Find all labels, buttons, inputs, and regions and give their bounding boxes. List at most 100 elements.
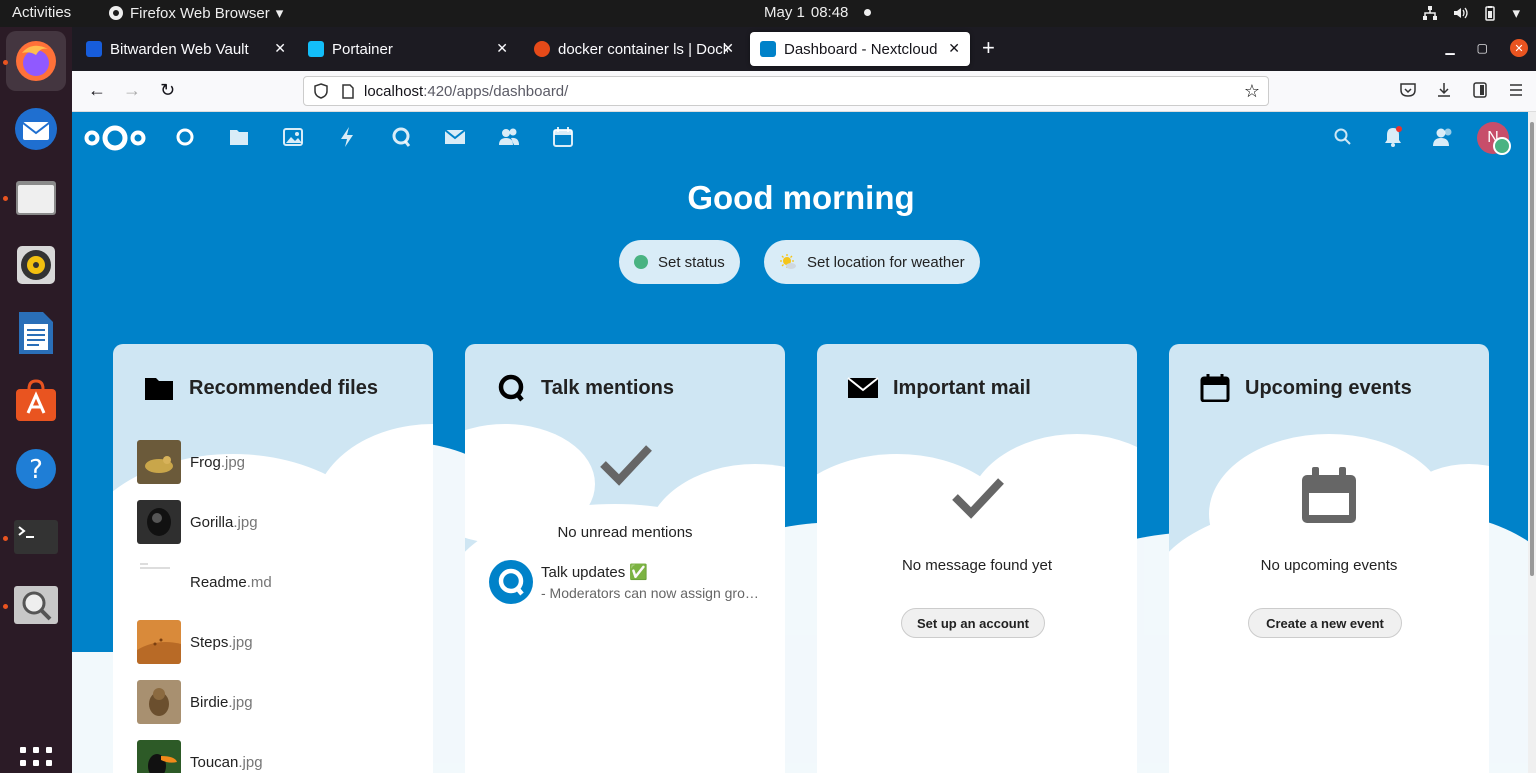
file-name: Gorilla [190, 513, 234, 531]
set-weather-button[interactable]: Set location for weather [764, 240, 980, 284]
rhythmbox-icon [17, 246, 55, 284]
empty-state-text: No unread mentions [557, 524, 693, 541]
dock-files[interactable] [6, 167, 66, 227]
running-indicator [3, 536, 8, 541]
dock-terminal[interactable] [6, 507, 66, 567]
activities-button[interactable]: Activities [12, 4, 71, 21]
file-item-toucan[interactable]: Toucan.jpg [137, 740, 263, 773]
scrollbar-thumb[interactable] [1530, 122, 1534, 576]
maximize-icon[interactable]: ▢ [1477, 41, 1488, 55]
tab-docker-docs[interactable]: docker container ls | Docker ✕ [524, 32, 744, 66]
running-indicator [3, 60, 8, 65]
file-ext: .jpg [220, 453, 246, 471]
birdie-thumbnail [137, 680, 181, 724]
talk-item-title: Talk updates ✅ [541, 564, 649, 581]
back-icon[interactable]: ← [88, 80, 106, 101]
tab-close-icon[interactable]: ✕ [496, 40, 508, 57]
downloads-icon[interactable] [1436, 82, 1452, 98]
talk-updates-item[interactable]: Talk updates ✅ - Moderators can now assi… [489, 558, 769, 606]
search-icon[interactable] [1332, 126, 1354, 148]
contacts-app-icon[interactable] [498, 126, 520, 148]
dock-app-center[interactable] [6, 371, 66, 431]
tab-bitwarden[interactable]: Bitwarden Web Vault ✕ [76, 32, 296, 66]
file-ext: .jpg [228, 693, 253, 711]
close-window-icon[interactable]: ✕ [1510, 39, 1528, 57]
dock-rhythmbox[interactable] [6, 235, 66, 295]
nextcloud-header: N [72, 112, 1528, 162]
folder-icon [145, 378, 173, 400]
talk-mentions-panel: Talk mentions No unread mentions Talk up… [465, 344, 785, 773]
clock[interactable]: May 1 08:48 [764, 4, 872, 21]
file-item-steps[interactable]: Steps.jpg [137, 620, 253, 664]
mail-app-icon[interactable] [444, 126, 466, 148]
set-status-button[interactable]: Set status [619, 240, 740, 284]
bookmark-star-icon[interactable]: ☆ [1244, 81, 1260, 102]
tab-title: Bitwarden Web Vault [110, 40, 249, 58]
notifications-bell-icon[interactable] [1382, 126, 1404, 148]
talk-conversation-avatar [489, 560, 533, 604]
create-event-button[interactable]: Create a new event [1248, 608, 1402, 638]
panel-header: Recommended files [143, 374, 378, 402]
firefox-window: Bitwarden Web Vault ✕ Portainer ✕ docker… [72, 27, 1536, 773]
bitwarden-extension-icon[interactable] [1472, 82, 1488, 98]
app-center-icon [16, 379, 56, 421]
set-up-account-button[interactable]: Set up an account [901, 608, 1045, 638]
nextcloud-dashboard: N Good morning Set status Set location f… [72, 112, 1528, 773]
tab-close-icon[interactable]: ✕ [948, 40, 960, 57]
show-applications-icon[interactable] [20, 747, 52, 773]
readme-thumbnail [137, 560, 181, 604]
tab-title: Dashboard - Nextcloud [784, 40, 938, 58]
shield-icon [314, 83, 328, 99]
clock-time: 08:48 [810, 4, 849, 21]
file-item-readme[interactable]: Readme.md [137, 560, 272, 604]
dock-thunderbird[interactable] [6, 99, 66, 159]
tab-nextcloud-dashboard[interactable]: Dashboard - Nextcloud ✕ [750, 32, 970, 66]
minimize-icon[interactable]: ▁ [1445, 41, 1454, 55]
activity-app-icon[interactable] [336, 126, 358, 148]
important-mail-panel: Important mail No message found yet Set … [817, 344, 1137, 773]
hamburger-menu-icon[interactable] [1508, 82, 1524, 98]
photos-app-icon[interactable] [282, 126, 304, 148]
tab-close-icon[interactable]: ✕ [274, 40, 286, 57]
dock-firefox[interactable] [6, 31, 66, 91]
running-indicator [3, 196, 8, 201]
new-tab-icon[interactable]: + [982, 37, 995, 59]
file-name: Frog [190, 453, 221, 471]
file-ext: .md [246, 573, 272, 591]
toolbar-right [1400, 82, 1524, 98]
upcoming-events-panel: Upcoming events No upcoming events Creat… [1169, 344, 1489, 773]
contacts-menu-icon[interactable] [1432, 126, 1454, 148]
portainer-favicon-icon [308, 41, 324, 57]
empty-state-text: No message found yet [901, 557, 1053, 574]
nextcloud-logo-icon[interactable] [84, 124, 146, 152]
page-scrollbar[interactable] [1528, 112, 1536, 773]
reload-icon[interactable]: ↻ [160, 80, 175, 101]
url-bar[interactable]: localhost:420/apps/dashboard/ ☆ [303, 76, 1269, 106]
file-ext: .jpg [233, 513, 258, 531]
tab-close-icon[interactable]: ✕ [722, 40, 734, 57]
file-item-frog[interactable]: Frog.jpg [137, 440, 245, 484]
tab-portainer[interactable]: Portainer ✕ [298, 32, 518, 66]
calendar-icon [1200, 374, 1230, 402]
talk-icon [498, 568, 524, 596]
app-menu-label: Firefox Web Browser [130, 4, 270, 22]
dashboard-app-icon[interactable] [174, 126, 196, 148]
app-menu[interactable]: Firefox Web Browser ▾ [108, 4, 283, 22]
file-item-birdie[interactable]: Birdie.jpg [137, 680, 253, 724]
file-name: Steps [190, 633, 229, 651]
files-app-icon[interactable] [228, 126, 250, 148]
gorilla-thumbnail [137, 500, 181, 544]
file-name: Readme [190, 573, 247, 591]
pocket-icon[interactable] [1400, 82, 1416, 98]
file-item-gorilla[interactable]: Gorilla.jpg [137, 500, 258, 544]
dock-screenshot[interactable] [6, 575, 66, 635]
talk-app-icon[interactable] [390, 126, 412, 148]
volume-icon [1454, 7, 1469, 19]
dock-help[interactable]: ? [6, 439, 66, 499]
dock-libreoffice-writer[interactable] [6, 303, 66, 363]
talk-item-subtitle: - Moderators can now assign groups and o… [541, 585, 766, 601]
forward-icon[interactable]: → [123, 80, 141, 101]
panel-title: Upcoming events [1245, 376, 1412, 399]
system-tray[interactable]: ▾ [1422, 4, 1520, 22]
calendar-app-icon[interactable] [552, 126, 574, 148]
